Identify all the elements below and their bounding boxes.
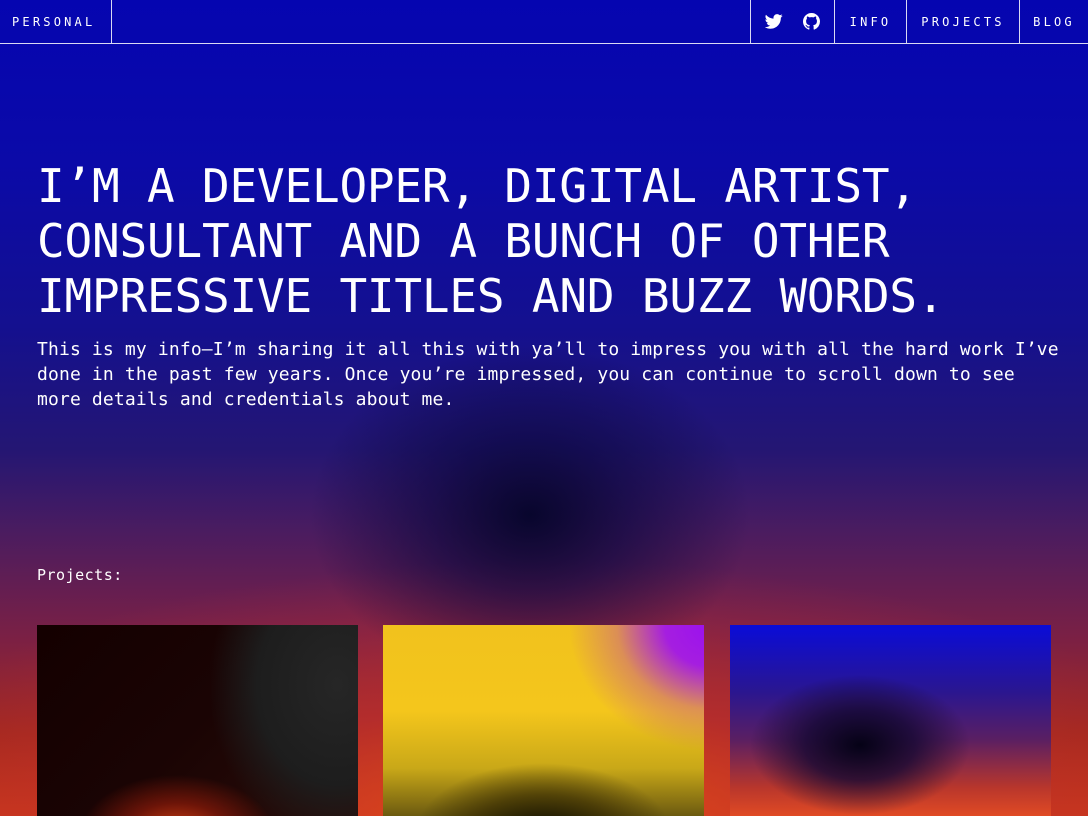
nav-link-blog[interactable]: BLOG	[1019, 0, 1088, 43]
top-nav-bar: PERSONAL INFO PROJECTS BLOG	[0, 0, 1088, 44]
social-icons	[750, 0, 834, 43]
project-card-2[interactable]	[383, 625, 704, 816]
projects-label: Projects:	[37, 566, 123, 584]
github-icon[interactable]	[800, 11, 822, 33]
project-card-1[interactable]	[37, 625, 358, 816]
nav-link-projects[interactable]: PROJECTS	[906, 0, 1019, 43]
hero-headline: I’m a developer, digital artist, consult…	[37, 159, 945, 323]
twitter-icon[interactable]	[763, 11, 785, 33]
brand-link[interactable]: PERSONAL	[0, 0, 112, 43]
hero-intro: This is my info—I’m sharing it all this …	[37, 339, 1059, 410]
project-card-3[interactable]	[730, 625, 1051, 816]
nav-link-info[interactable]: INFO	[834, 0, 906, 43]
